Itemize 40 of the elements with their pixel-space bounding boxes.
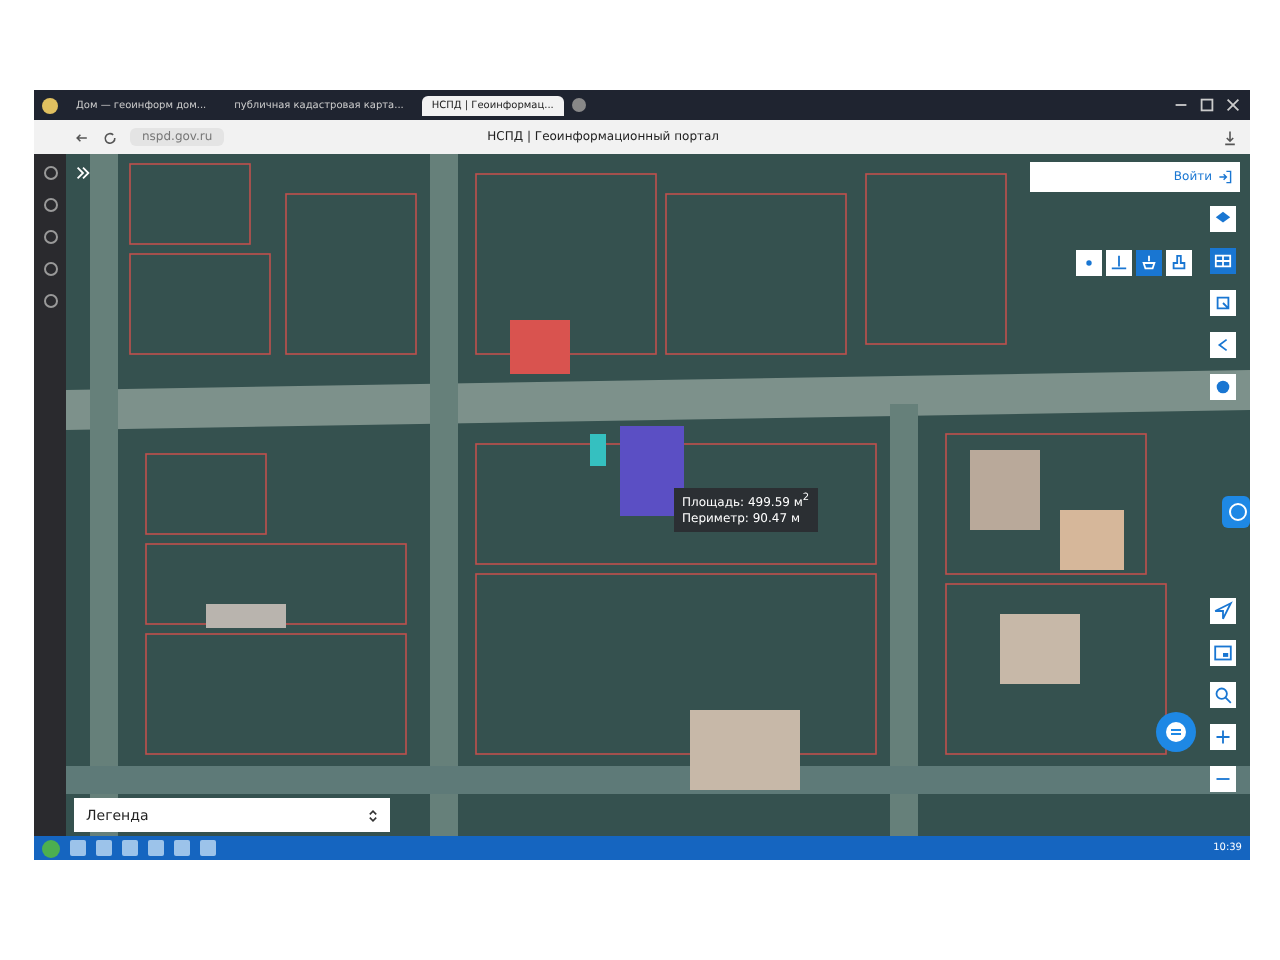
sidebar-app-icon[interactable] [43,262,57,276]
grid-tool-button[interactable] [1210,248,1236,274]
sidebar-app-icon[interactable] [43,294,57,308]
share-tool-button[interactable] [1210,332,1236,358]
layers-tool-button[interactable] [1210,206,1236,232]
login-icon [1218,170,1232,184]
locate-icon[interactable] [1210,598,1236,624]
pin-tool-button[interactable] [1166,250,1192,276]
pin-icon [1170,254,1188,272]
frame-icon [1214,294,1232,312]
profile-icon[interactable] [42,97,58,113]
sidebar-app-icon[interactable] [43,230,57,244]
dot-tool-button[interactable] [1076,250,1102,276]
search-icon[interactable] [1210,682,1236,708]
ruler-tool-button[interactable] [1106,250,1132,276]
area-tool-button[interactable] [1136,250,1162,276]
picture-in-picture-icon[interactable] [1210,640,1236,666]
start-button[interactable] [42,839,60,857]
back-icon[interactable] [74,129,90,145]
download-icon[interactable] [1222,129,1238,145]
maximize-icon[interactable] [1198,96,1216,114]
ruler-icon [1110,254,1128,272]
sort-caret-icon [368,807,378,823]
close-icon[interactable] [1224,96,1242,114]
chat-icon[interactable] [1156,712,1196,752]
new-tab-icon[interactable] [571,98,586,112]
reload-icon[interactable] [102,129,118,145]
globe-tool-button[interactable] [1210,374,1236,400]
frame-tool-button[interactable] [1210,290,1236,316]
zoom-out-icon[interactable] [1210,766,1236,792]
expand-icon[interactable] [74,164,92,182]
share-icon [1214,336,1232,354]
sidebar-app-icon[interactable] [43,166,57,180]
panel-tab-icon[interactable] [1222,496,1250,528]
sidebar-app-icon[interactable] [43,198,57,212]
layers-icon [1214,210,1232,228]
zoom-in-icon[interactable] [1210,724,1236,750]
dot-icon [1080,254,1098,272]
area-icon [1140,254,1158,272]
grid-icon [1214,252,1232,270]
